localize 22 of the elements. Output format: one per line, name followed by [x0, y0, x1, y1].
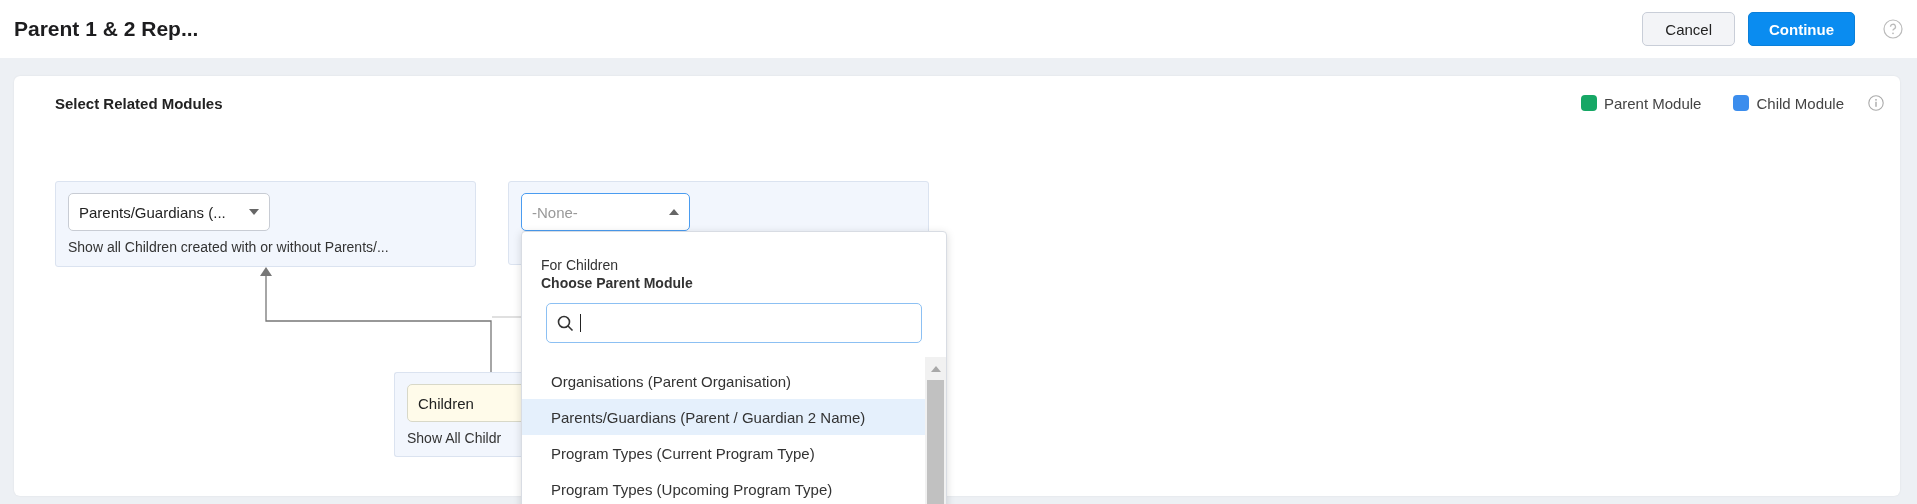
- info-icon[interactable]: [1868, 95, 1884, 111]
- section-title: Select Related Modules: [55, 94, 224, 112]
- module-description: Show All Childr: [407, 430, 503, 446]
- scroll-up-icon[interactable]: [930, 366, 941, 372]
- module-description: Show all Children created with or without Parents/...: [68, 239, 390, 255]
- help-icon[interactable]: [1883, 19, 1903, 39]
- scroll-thumb[interactable]: [927, 380, 944, 504]
- search-field[interactable]: [546, 303, 922, 343]
- search-icon: [557, 314, 574, 332]
- dropdown-option[interactable]: Parents/Guardians (Parent / Guardian 2 Name): [522, 399, 925, 435]
- dropdown-context: For Children: [541, 257, 620, 273]
- caret-icon: [669, 209, 679, 215]
- cancel-button[interactable]: Cancel: [1642, 12, 1735, 46]
- dropdown-option[interactable]: Program Types (Current Program Type): [522, 435, 925, 471]
- caret-icon: [249, 209, 259, 215]
- module-select[interactable]: Parents/Guardians (...: [68, 193, 270, 231]
- page-title: Parent 1 & 2 Rep...: [14, 17, 200, 41]
- legend-label: Child Module: [1756, 94, 1844, 112]
- legend-label: Parent Module: [1603, 94, 1702, 112]
- scrollbar[interactable]: [925, 357, 946, 504]
- dropdown-option[interactable]: Program Types (Upcoming Program Type): [522, 471, 925, 504]
- dropdown-heading: Choose Parent Module: [541, 275, 694, 291]
